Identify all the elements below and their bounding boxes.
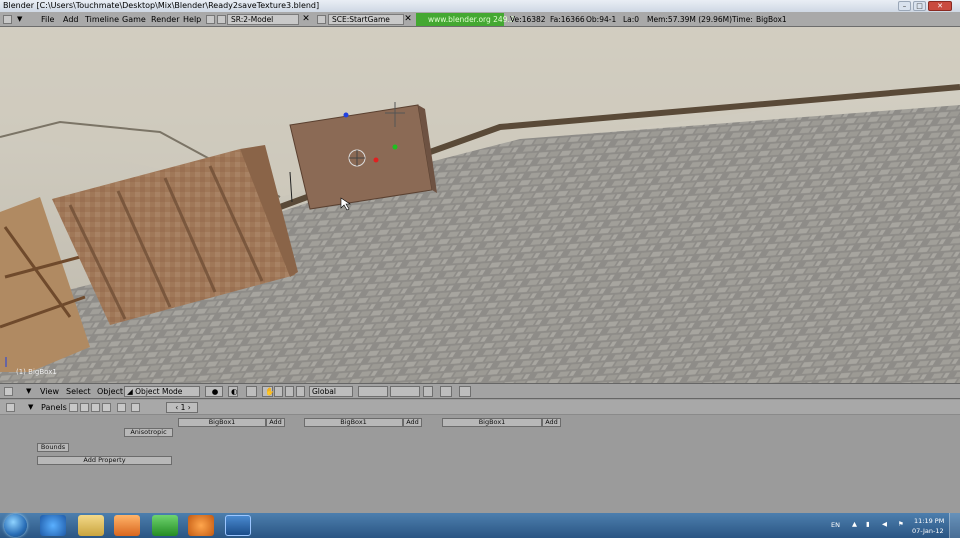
controller-object-button[interactable]: BigBox1 xyxy=(304,418,403,427)
object-context-icon[interactable] xyxy=(102,403,111,412)
language-indicator[interactable]: EN xyxy=(831,521,840,529)
menu-select[interactable]: Select xyxy=(66,386,91,397)
active-window-icon[interactable] xyxy=(225,515,251,536)
render-icon[interactable] xyxy=(459,386,471,397)
script-context-icon[interactable] xyxy=(80,403,89,412)
translate-icon[interactable] xyxy=(274,386,283,397)
rotate-icon[interactable] xyxy=(285,386,294,397)
shading-icon[interactable]: ◐ xyxy=(228,386,238,397)
window-title: Blender [C:\Users\Touchmate\Desktop\Mix\… xyxy=(3,1,320,10)
menu-help[interactable]: Help xyxy=(183,14,201,25)
mode-label: Object Mode xyxy=(135,387,183,396)
editing-context-icon[interactable] xyxy=(117,403,126,412)
editor-type-icon[interactable] xyxy=(3,15,12,24)
start-button[interactable] xyxy=(4,514,27,537)
x-axis-handle[interactable] xyxy=(373,157,379,163)
stat-objects: Ob:94-1 xyxy=(586,15,617,24)
object-mode-icon: ◢ xyxy=(127,387,136,396)
lock-icon[interactable] xyxy=(423,386,433,397)
menu-add[interactable]: Add xyxy=(63,14,79,25)
sensor-add-button[interactable]: Add xyxy=(266,418,285,427)
clock-date[interactable]: 07-Jan-12 xyxy=(912,527,944,535)
viewport-object-label: (1) BigBox1 xyxy=(16,368,57,376)
frame-field[interactable]: ‹ 1 › xyxy=(166,402,198,413)
header-collapse-icon[interactable]: ▼ xyxy=(28,402,33,413)
layer-buttons-1[interactable] xyxy=(358,386,388,397)
y-axis-handle[interactable] xyxy=(392,144,398,150)
tray-arrow-icon[interactable]: ▲ xyxy=(852,520,857,528)
layer-buttons-2[interactable] xyxy=(390,386,420,397)
menu-game[interactable]: Game xyxy=(122,14,146,25)
sensor-object-button[interactable]: BigBox1 xyxy=(178,418,266,427)
stat-memory: Mem:57.39M (29.96M) xyxy=(647,15,733,24)
header-collapse-icon[interactable]: ▼ xyxy=(17,14,22,25)
screen-delete-icon[interactable]: ✕ xyxy=(301,14,311,25)
file-explorer-icon[interactable] xyxy=(78,515,104,536)
utorrent-icon[interactable] xyxy=(152,515,178,536)
panels-label: Panels xyxy=(41,403,67,412)
screen-browse-icon[interactable] xyxy=(206,15,215,24)
network-icon[interactable]: ▮ xyxy=(866,520,870,528)
volume-icon[interactable]: ◀ xyxy=(882,520,887,528)
menu-render[interactable]: Render xyxy=(151,14,179,25)
add-property-button[interactable]: Add Property xyxy=(37,456,172,465)
screen-field[interactable]: SR:2-Model xyxy=(227,14,299,25)
stat-faces: Fa:16366 xyxy=(550,15,585,24)
maximize-button[interactable]: □ xyxy=(913,1,926,11)
menu-view[interactable]: View xyxy=(40,386,59,397)
editor-type-icon[interactable] xyxy=(6,403,15,412)
windows-taskbar: EN ▲ ▮ ◀ ⚑ 11:19 PM 07-Jan-12 xyxy=(0,513,960,538)
scale-icon[interactable] xyxy=(296,386,305,397)
pivot-icon[interactable] xyxy=(246,386,257,397)
draw-type-icon[interactable]: ● xyxy=(205,386,223,397)
logic-context-icon[interactable] xyxy=(69,403,78,412)
frame-increment-icon[interactable]: › xyxy=(188,403,191,412)
minimize-button[interactable]: – xyxy=(898,1,911,11)
flag-icon[interactable]: ⚑ xyxy=(898,520,904,528)
scene-context-icon[interactable] xyxy=(131,403,140,412)
scene-delete-icon[interactable]: ✕ xyxy=(403,14,413,25)
stat-time: Time: xyxy=(732,15,753,24)
orientation-select[interactable]: Global xyxy=(309,386,353,397)
website-link[interactable]: www.blender.org 249.2 xyxy=(416,13,515,26)
stat-object-name: BigBox1 xyxy=(756,15,787,24)
viewport-header: ▼ View Select Object ◢ Object Mode ● ◐ ✋… xyxy=(0,383,960,399)
bounds-button[interactable]: Bounds xyxy=(37,443,69,452)
actuator-add-button[interactable]: Add xyxy=(542,418,561,427)
internet-explorer-icon[interactable] xyxy=(40,515,66,536)
z-axis-handle[interactable] xyxy=(343,112,349,118)
buttons-header: ▼ Panels ‹ 1 › xyxy=(0,400,960,415)
render-preview-icon[interactable] xyxy=(440,386,452,397)
menu-object[interactable]: Object xyxy=(97,386,123,397)
clock-time[interactable]: 11:19 PM xyxy=(914,517,944,525)
controller-add-button[interactable]: Add xyxy=(403,418,422,427)
editor-type-icon[interactable] xyxy=(4,387,13,396)
3d-viewport[interactable]: (1) BigBox1 xyxy=(0,27,960,383)
shading-context-icon[interactable] xyxy=(91,403,100,412)
close-button[interactable]: ✕ xyxy=(928,1,952,11)
screen-menu-icon[interactable] xyxy=(217,15,226,24)
menu-file[interactable]: File xyxy=(41,14,54,25)
stat-vertices: Ve:16382 xyxy=(510,15,546,24)
scene-browse-icon[interactable] xyxy=(317,15,326,24)
mode-select[interactable]: ◢ Object Mode xyxy=(124,386,200,397)
window-title-bar: Blender [C:\Users\Touchmate\Desktop\Mix\… xyxy=(0,0,960,12)
hand-manipulator-icon[interactable]: ✋ xyxy=(262,386,274,397)
menu-timeline[interactable]: Timeline xyxy=(85,14,119,25)
scene-field[interactable]: SCE:StartGame xyxy=(328,14,404,25)
show-desktop-button[interactable] xyxy=(949,513,960,538)
blender-icon[interactable] xyxy=(188,515,214,536)
actuator-object-button[interactable]: BigBox1 xyxy=(442,418,542,427)
header-collapse-icon[interactable]: ▼ xyxy=(26,386,31,397)
info-header: ▼ File Add Timeline Game Render Help SR:… xyxy=(0,12,960,27)
anisotropic-button[interactable]: Anisotropic xyxy=(124,428,173,437)
media-player-icon[interactable] xyxy=(114,515,140,536)
stat-lamps: La:0 xyxy=(623,15,640,24)
frame-value: 1 xyxy=(180,403,186,412)
frame-decrement-icon[interactable]: ‹ xyxy=(175,403,178,412)
viewport-scene xyxy=(0,27,960,383)
